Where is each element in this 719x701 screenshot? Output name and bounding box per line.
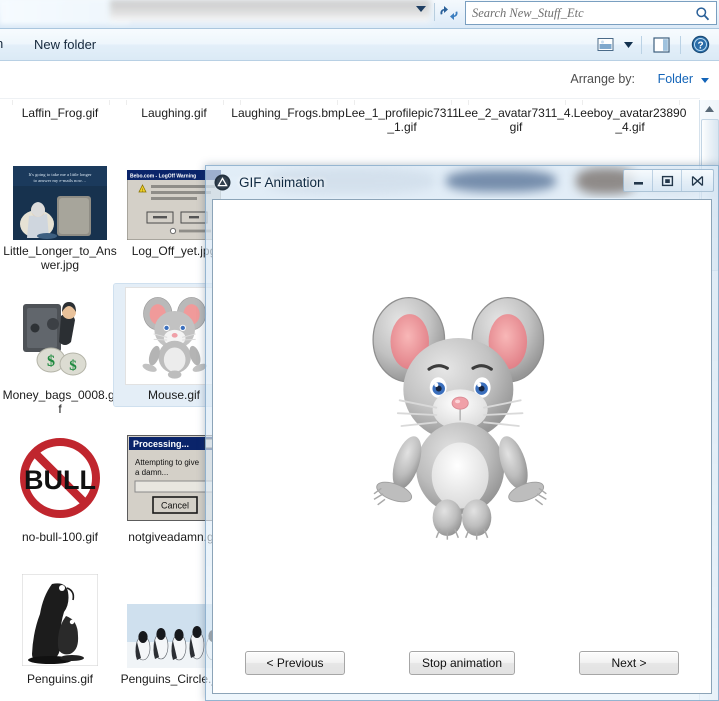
svg-text:It's going to take me a little: It's going to take me a little longer bbox=[29, 172, 92, 177]
svg-text:a damn...: a damn... bbox=[135, 468, 168, 477]
playback-button-row: < Previous Stop animation Next > bbox=[213, 651, 711, 675]
cartoon-mouse-image bbox=[372, 297, 547, 540]
thumbnail: It's going to take me a little longer to… bbox=[12, 144, 108, 240]
help-circle-icon[interactable]: ? bbox=[687, 33, 713, 56]
command-bar-divider bbox=[641, 35, 642, 54]
file-name: Money_bags_0008.gif bbox=[2, 388, 118, 416]
chevron-down-icon[interactable] bbox=[621, 33, 635, 56]
file-name: Lee_1_profilepic7311_1.gif bbox=[345, 106, 459, 134]
gif-animation-dialog[interactable]: GIF Animation < Previous Stop animation … bbox=[205, 165, 719, 701]
command-bar-divider-2 bbox=[680, 35, 681, 54]
svg-text:Attempting to give: Attempting to give bbox=[135, 458, 200, 467]
list-item[interactable]: Penguins.gif bbox=[0, 572, 120, 686]
svg-text:?: ? bbox=[697, 41, 703, 52]
thumb-clip bbox=[582, 100, 680, 105]
svg-text:Bebo.com - LogOff Warning: Bebo.com - LogOff Warning bbox=[130, 173, 196, 179]
chevron-down-icon[interactable] bbox=[701, 78, 709, 83]
arrange-by-label: Arrange by: bbox=[570, 72, 635, 86]
animation-viewport[interactable] bbox=[213, 200, 711, 630]
command-truncated-label[interactable]: n bbox=[0, 36, 3, 51]
arrange-by-value[interactable]: Folder bbox=[658, 72, 693, 86]
command-bar: n New folder bbox=[0, 29, 719, 61]
file-name: Laughing.gif bbox=[141, 106, 207, 120]
list-item[interactable]: BULL no-bull-100.gif bbox=[0, 430, 120, 544]
refresh-icon[interactable] bbox=[439, 4, 459, 22]
list-item[interactable]: Laughing.gif bbox=[114, 100, 234, 120]
minimize-icon[interactable] bbox=[624, 170, 653, 191]
file-name: no-bull-100.gif bbox=[21, 530, 99, 544]
file-name: Little_Longer_to_Answer.jpg bbox=[3, 244, 117, 272]
triangle-circle-icon bbox=[214, 174, 231, 191]
thumbnail: BULL bbox=[12, 430, 108, 526]
list-item[interactable]: Laffin_Frog.gif bbox=[0, 100, 120, 120]
command-bar-right-group: ? bbox=[592, 33, 713, 56]
preview-pane-icon[interactable] bbox=[592, 33, 618, 56]
list-item[interactable]: Laughing_Frogs.bmp bbox=[228, 100, 348, 120]
address-bar-blur-right bbox=[110, 0, 430, 22]
thumbnail bbox=[12, 572, 108, 668]
svg-text:$: $ bbox=[69, 358, 77, 374]
dialog-title: GIF Animation bbox=[239, 174, 325, 190]
list-item[interactable]: Lee_2_avatar7311_4.gif bbox=[456, 100, 576, 134]
next-button[interactable]: Next > bbox=[579, 651, 679, 675]
address-bar[interactable]: Search New_Stuff_Etc bbox=[0, 0, 719, 29]
search-icon[interactable] bbox=[695, 6, 710, 21]
dialog-title-bar[interactable]: GIF Animation bbox=[206, 166, 718, 198]
close-icon[interactable] bbox=[682, 170, 713, 191]
svg-text:BULL: BULL bbox=[24, 465, 96, 495]
dialog-client-area: < Previous Stop animation Next > bbox=[212, 199, 712, 694]
thumb-clip bbox=[12, 100, 110, 105]
layout-pane-icon[interactable] bbox=[648, 33, 674, 56]
list-item[interactable]: Leeboy_avatar23890_4.gif bbox=[570, 100, 690, 134]
address-bar-divider bbox=[434, 3, 435, 21]
window-controls bbox=[623, 169, 714, 192]
maximize-icon[interactable] bbox=[653, 170, 682, 191]
thumb-clip bbox=[354, 100, 452, 105]
scroll-up-arrow-icon[interactable] bbox=[700, 100, 718, 118]
file-name: Laughing_Frogs.bmp bbox=[231, 106, 345, 120]
arrange-by-bar: Arrange by: Folder bbox=[0, 61, 719, 99]
new-folder-button[interactable]: New folder bbox=[30, 36, 100, 53]
thumb-clip bbox=[126, 100, 224, 105]
chevron-down-icon[interactable] bbox=[416, 6, 426, 12]
search-input[interactable]: Search New_Stuff_Etc bbox=[465, 1, 717, 25]
list-item[interactable]: $ $ Money_bags_0008.gif bbox=[0, 288, 120, 416]
thumbnail: $ $ bbox=[12, 288, 108, 384]
svg-text:Processing...: Processing... bbox=[133, 439, 189, 449]
file-name: Laffin_Frog.gif bbox=[21, 106, 99, 120]
svg-text:to answer my e-mails now…: to answer my e-mails now… bbox=[33, 178, 86, 183]
svg-text:$: $ bbox=[47, 353, 55, 370]
thumb-clip bbox=[468, 100, 566, 105]
svg-text:!: ! bbox=[142, 187, 143, 192]
stop-animation-button[interactable]: Stop animation bbox=[409, 651, 515, 675]
search-placeholder: Search New_Stuff_Etc bbox=[472, 5, 584, 20]
thumb-clip bbox=[240, 100, 338, 105]
file-name: Leeboy_avatar23890_4.gif bbox=[573, 106, 687, 134]
list-item[interactable]: It's going to take me a little longer to… bbox=[0, 144, 120, 272]
file-name: Lee_2_avatar7311_4.gif bbox=[458, 106, 574, 134]
list-item[interactable]: Lee_1_profilepic7311_1.gif bbox=[342, 100, 462, 134]
previous-button[interactable]: < Previous bbox=[245, 651, 345, 675]
svg-text:Cancel: Cancel bbox=[161, 501, 189, 511]
file-name: Penguins.gif bbox=[26, 672, 94, 686]
file-row-1: Laffin_Frog.gif Laughing.gif Laughing_Fr… bbox=[0, 100, 700, 144]
arrange-bar-divider bbox=[0, 98, 700, 99]
